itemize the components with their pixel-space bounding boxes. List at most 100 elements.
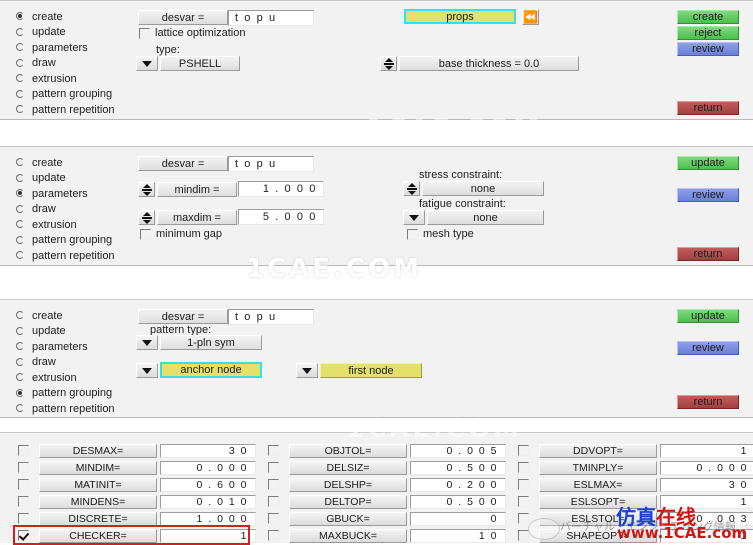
row-checkbox[interactable] [18, 479, 29, 490]
table-row-checker[interactable]: CHECKER= 1 [18, 528, 256, 543]
param-name[interactable]: DELSHP= [289, 477, 407, 492]
radio-extrusion[interactable]: extrusion [16, 217, 115, 233]
base-thickness-button[interactable]: base thickness = 0.0 [399, 56, 579, 71]
mesh-type-checkbox[interactable] [407, 229, 418, 240]
param-name[interactable]: MINDENS= [39, 494, 157, 509]
row-checkbox[interactable] [268, 462, 279, 473]
param-value[interactable]: 0 . 0 0 0 [660, 460, 753, 475]
row-checkbox[interactable] [268, 513, 279, 524]
table-row[interactable]: OBJTOL= 0 . 0 0 5 [268, 443, 506, 458]
radio-update[interactable]: update [16, 171, 115, 187]
row-checkbox[interactable] [518, 530, 529, 541]
desvar-label-button[interactable]: desvar = [138, 156, 228, 171]
row-checkbox[interactable] [518, 513, 529, 524]
param-value[interactable]: 0 . 0 1 0 [160, 494, 256, 509]
param-name[interactable]: OBJTOL= [289, 443, 407, 458]
pattern-type-value[interactable]: 1-pln sym [160, 335, 262, 350]
anchor-node-dropdown-toggle[interactable] [136, 363, 158, 378]
radio-create[interactable]: create [16, 9, 115, 25]
radio-create[interactable]: create [16, 308, 115, 324]
mindim-stepper[interactable] [138, 182, 155, 197]
radio-create[interactable]: create [16, 155, 115, 171]
table-row[interactable]: DISCRETE= 1 . 0 0 0 [18, 511, 256, 526]
radio-extrusion[interactable]: extrusion [16, 71, 115, 87]
table-row[interactable]: DELSIZ= 0 . 5 0 0 [268, 460, 506, 475]
param-value[interactable]: 3 0 [660, 477, 753, 492]
param-name[interactable]: MATINIT= [39, 477, 157, 492]
update-button[interactable]: update [677, 309, 739, 323]
row-checkbox[interactable] [518, 445, 529, 456]
radio-extrusion[interactable]: extrusion [16, 370, 115, 386]
row-checkbox[interactable] [268, 530, 279, 541]
table-row[interactable]: TMINPLY= 0 . 0 0 0 [518, 460, 753, 475]
radio-pattern-grouping[interactable]: pattern grouping [16, 386, 115, 402]
mode-radio-group-1[interactable]: create update parameters draw extrusion … [16, 9, 115, 118]
table-row[interactable]: MINDIM= 0 . 0 0 0 [18, 460, 256, 475]
table-row[interactable]: ESLMAX= 3 0 [518, 477, 753, 492]
maxdim-value-field[interactable]: 5 . 0 0 0 [238, 209, 324, 225]
type-dropdown-toggle[interactable] [136, 56, 158, 71]
radio-update[interactable]: update [16, 25, 115, 41]
radio-pattern-grouping[interactable]: pattern grouping [16, 87, 115, 103]
param-name[interactable]: CHECKER= [39, 528, 157, 543]
param-value[interactable]: 0 . 5 0 0 [410, 494, 506, 509]
param-value[interactable]: 0 . 2 0 0 [410, 477, 506, 492]
maxdim-stepper[interactable] [138, 210, 155, 225]
fatigue-constraint-dropdown[interactable] [403, 210, 425, 225]
return-button[interactable]: return [677, 247, 739, 261]
props-rewind-button[interactable]: ⏪ [522, 9, 539, 25]
row-checkbox[interactable] [518, 462, 529, 473]
radio-pattern-repetition[interactable]: pattern repetition [16, 248, 115, 264]
radio-parameters[interactable]: parameters [16, 186, 115, 202]
param-name[interactable]: DELSIZ= [289, 460, 407, 475]
create-button[interactable]: create [677, 10, 739, 24]
radio-pattern-repetition[interactable]: pattern repetition [16, 102, 115, 118]
param-name[interactable]: ESLMAX= [539, 477, 657, 492]
radio-draw[interactable]: draw [16, 202, 115, 218]
param-name[interactable]: TMINPLY= [539, 460, 657, 475]
table-row[interactable]: DELTOP= 0 . 5 0 0 [268, 494, 506, 509]
param-value[interactable]: 0 . 6 0 0 [160, 477, 256, 492]
desvar-value-field[interactable]: t o p u [228, 10, 314, 26]
desvar-label-button[interactable]: desvar = [138, 10, 228, 25]
param-name[interactable]: MINDIM= [39, 460, 157, 475]
param-value[interactable]: 3 0 [160, 443, 256, 458]
first-node-button[interactable]: first node [320, 363, 422, 378]
return-button[interactable]: return [677, 395, 739, 409]
desvar-value-field[interactable]: t o p u [228, 309, 314, 325]
radio-update[interactable]: update [16, 324, 115, 340]
param-name[interactable]: DELTOP= [289, 494, 407, 509]
first-node-dropdown-toggle[interactable] [296, 363, 318, 378]
pattern-type-dropdown-toggle[interactable] [136, 335, 158, 350]
row-checkbox[interactable] [518, 479, 529, 490]
param-value[interactable]: 1 [160, 528, 256, 543]
review-button[interactable]: review [677, 341, 739, 355]
review-button[interactable]: review [677, 188, 739, 202]
param-name[interactable]: DISCRETE= [39, 511, 157, 526]
mindim-label-button[interactable]: mindim = [157, 182, 237, 197]
table-row[interactable]: MATINIT= 0 . 6 0 0 [18, 477, 256, 492]
radio-pattern-repetition[interactable]: pattern repetition [16, 401, 115, 417]
table-row[interactable]: MAXBUCK= 1 0 [268, 528, 506, 543]
lattice-optimization-checkbox[interactable] [139, 28, 150, 39]
stress-constraint-value[interactable]: none [422, 181, 544, 196]
table-row[interactable]: DELSHP= 0 . 2 0 0 [268, 477, 506, 492]
param-name[interactable]: GBUCK= [289, 511, 407, 526]
param-value[interactable]: 0 [410, 511, 506, 526]
mindim-value-field[interactable]: 1 . 0 0 0 [238, 181, 324, 197]
param-value[interactable]: 1 [660, 443, 753, 458]
radio-pattern-grouping[interactable]: pattern grouping [16, 233, 115, 249]
desvar-value-field[interactable]: t o p u [228, 156, 314, 172]
param-name[interactable]: MAXBUCK= [289, 528, 407, 543]
radio-draw[interactable]: draw [16, 355, 115, 371]
row-checkbox[interactable] [268, 445, 279, 456]
stress-constraint-stepper[interactable] [403, 181, 420, 196]
radio-parameters[interactable]: parameters [16, 40, 115, 56]
review-button[interactable]: review [677, 42, 739, 56]
param-name[interactable]: DDVOPT= [539, 443, 657, 458]
radio-draw[interactable]: draw [16, 56, 115, 72]
row-checkbox[interactable] [268, 479, 279, 490]
anchor-node-button[interactable]: anchor node [160, 362, 262, 378]
row-checkbox[interactable] [18, 462, 29, 473]
mode-radio-group-3[interactable]: create update parameters draw extrusion … [16, 308, 115, 417]
